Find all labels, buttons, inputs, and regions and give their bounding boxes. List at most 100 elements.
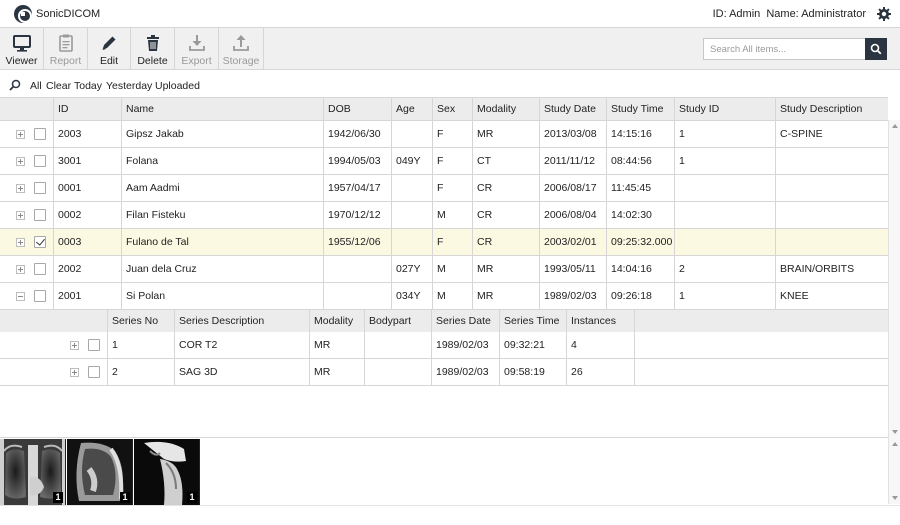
cell-modality: MR xyxy=(472,256,539,282)
study-row[interactable]: 3001 Folana 1994/05/03 049Y F CT 2011/11/12 08:… xyxy=(0,148,888,175)
report-button[interactable]: Report xyxy=(44,28,88,70)
scroll-down-arrow-icon[interactable] xyxy=(892,430,898,434)
cell-study-id: 1 xyxy=(674,148,775,174)
cell-age: 034Y xyxy=(391,283,432,309)
cell-modality: CR xyxy=(472,229,539,255)
series-row[interactable]: 2 SAG 3D MR 1989/02/03 09:58:19 26 xyxy=(0,359,888,386)
thumbnail-chest-pa-xray[interactable]: 1 xyxy=(0,439,66,505)
study-row[interactable]: 2002 Juan dela Cruz 027Y M MR 1993/05/11 14:04… xyxy=(0,256,888,283)
download-icon xyxy=(188,35,205,51)
expand-icon[interactable] xyxy=(16,157,25,166)
cell-series-date: 1989/02/03 xyxy=(431,332,499,358)
scroll-down-arrow-icon[interactable] xyxy=(892,496,898,500)
search-input[interactable] xyxy=(703,38,865,60)
thumbnail-count-badge: 1 xyxy=(187,492,197,503)
cell-study-time: 09:25:32.000 xyxy=(606,229,674,255)
study-row[interactable]: 2001 Si Polan 034Y M MR 1989/02/03 09:26:18 1 KN… xyxy=(0,283,888,310)
cell-study-id: 2 xyxy=(674,256,775,282)
row-checkbox[interactable] xyxy=(34,155,46,167)
export-button[interactable]: Export xyxy=(175,28,219,70)
scroll-up-arrow-icon[interactable] xyxy=(892,442,898,446)
col-header-age[interactable]: Age xyxy=(391,98,432,121)
pencil-icon xyxy=(102,36,116,50)
row-checkbox[interactable] xyxy=(34,182,46,194)
filter-all[interactable]: All xyxy=(30,80,42,92)
row-checkbox[interactable] xyxy=(88,366,100,378)
cell-study-description xyxy=(775,148,888,174)
col-header-study-id[interactable]: Study ID xyxy=(674,98,775,121)
col-header-study-description[interactable]: Study Description xyxy=(775,98,888,121)
cell-sex: M xyxy=(432,256,472,282)
scroll-up-arrow-icon[interactable] xyxy=(892,124,898,128)
status-strip xyxy=(0,505,900,525)
cell-study-time: 09:26:18 xyxy=(606,283,674,309)
col-header-study-date[interactable]: Study Date xyxy=(539,98,606,121)
cell-study-date: 1989/02/03 xyxy=(539,283,606,309)
filter-today[interactable]: Today xyxy=(74,80,102,92)
cell-study-date: 2006/08/04 xyxy=(539,202,606,228)
cell-study-date: 2003/02/01 xyxy=(539,229,606,255)
col-header-dob[interactable]: DOB xyxy=(323,98,391,121)
cell-modality: MR xyxy=(472,283,539,309)
cell-study-id xyxy=(674,202,775,228)
expand-icon[interactable] xyxy=(70,368,79,377)
col-header-series-no[interactable]: Series No xyxy=(107,310,174,333)
expand-icon[interactable] xyxy=(16,130,25,139)
study-row[interactable]: 0003 Fulano de Tal 1955/12/06 F CR 2003/02/01… xyxy=(0,229,888,256)
cell-modality: CR xyxy=(472,202,539,228)
series-row[interactable]: 1 COR T2 MR 1989/02/03 09:32:21 4 xyxy=(0,332,888,359)
col-header-modality[interactable]: Modality xyxy=(472,98,539,121)
row-checkbox[interactable] xyxy=(34,263,46,275)
viewer-button[interactable]: Viewer xyxy=(0,28,44,70)
study-vertical-scrollbar[interactable] xyxy=(888,120,900,438)
thumbnail-cervical-spine-xray[interactable]: 1 xyxy=(134,439,200,505)
study-row[interactable]: 0001 Aam Aadmi 1957/04/17 F CR 2006/08/17 11:4… xyxy=(0,175,888,202)
gear-icon[interactable] xyxy=(876,6,892,22)
cell-age xyxy=(391,175,432,201)
cell-series-no: 1 xyxy=(107,332,174,358)
col-header-instances[interactable]: Instances xyxy=(566,310,634,333)
expand-icon[interactable] xyxy=(70,341,79,350)
expand-icon[interactable] xyxy=(16,265,25,274)
expand-icon[interactable] xyxy=(16,211,25,220)
expand-icon[interactable] xyxy=(16,184,25,193)
col-header-name[interactable]: Name xyxy=(121,98,323,121)
cell-study-date: 2011/11/12 xyxy=(539,148,606,174)
expand-icon[interactable] xyxy=(16,238,25,247)
cell-study-time: 14:04:16 xyxy=(606,256,674,282)
viewer-button-label: Viewer xyxy=(5,55,38,67)
thumbnail-vertical-scrollbar[interactable] xyxy=(888,438,900,504)
cell-name: Filan Fisteku xyxy=(121,202,323,228)
study-row[interactable]: 2003 Gipsz Jakab 1942/06/30 F MR 2013/03/08 14… xyxy=(0,121,888,148)
series-table-header: Series No Series Description Modality Bo… xyxy=(0,309,888,333)
col-header-series-date[interactable]: Series Date xyxy=(431,310,499,333)
storage-button[interactable]: Storage xyxy=(219,28,264,70)
edit-button[interactable]: Edit xyxy=(88,28,131,70)
col-header-modality[interactable]: Modality xyxy=(309,310,364,333)
col-header-study-time[interactable]: Study Time xyxy=(606,98,674,121)
filter-uploaded[interactable]: Uploaded xyxy=(155,80,200,92)
row-checkbox[interactable] xyxy=(34,209,46,221)
thumbnail-chest-lateral-xray[interactable]: 1 xyxy=(67,439,133,505)
search-button[interactable] xyxy=(865,38,887,60)
row-checkbox[interactable] xyxy=(34,236,46,248)
filter-clear[interactable]: Clear xyxy=(46,80,71,92)
row-checkbox[interactable] xyxy=(34,128,46,140)
cell-study-date: 2013/03/08 xyxy=(539,121,606,147)
row-checkbox[interactable] xyxy=(88,339,100,351)
col-header-series-time[interactable]: Series Time xyxy=(499,310,566,333)
study-row[interactable]: 0002 Filan Fisteku 1970/12/12 M CR 2006/08/04… xyxy=(0,202,888,229)
col-header-bodypart[interactable]: Bodypart xyxy=(364,310,431,333)
filter-yesterday[interactable]: Yesterday xyxy=(106,80,152,92)
row-checkbox[interactable] xyxy=(34,290,46,302)
cell-dob: 1957/04/17 xyxy=(323,175,391,201)
cell-age: 049Y xyxy=(391,148,432,174)
cell-id: 2001 xyxy=(53,283,121,309)
delete-button[interactable]: Delete xyxy=(131,28,175,70)
col-header-sex[interactable]: Sex xyxy=(432,98,472,121)
col-header-id[interactable]: ID xyxy=(53,98,121,121)
collapse-icon[interactable] xyxy=(16,292,25,301)
col-header-series-description[interactable]: Series Description xyxy=(174,310,309,333)
cell-study-date: 1993/05/11 xyxy=(539,256,606,282)
cell-study-description: C-SPINE xyxy=(775,121,888,147)
